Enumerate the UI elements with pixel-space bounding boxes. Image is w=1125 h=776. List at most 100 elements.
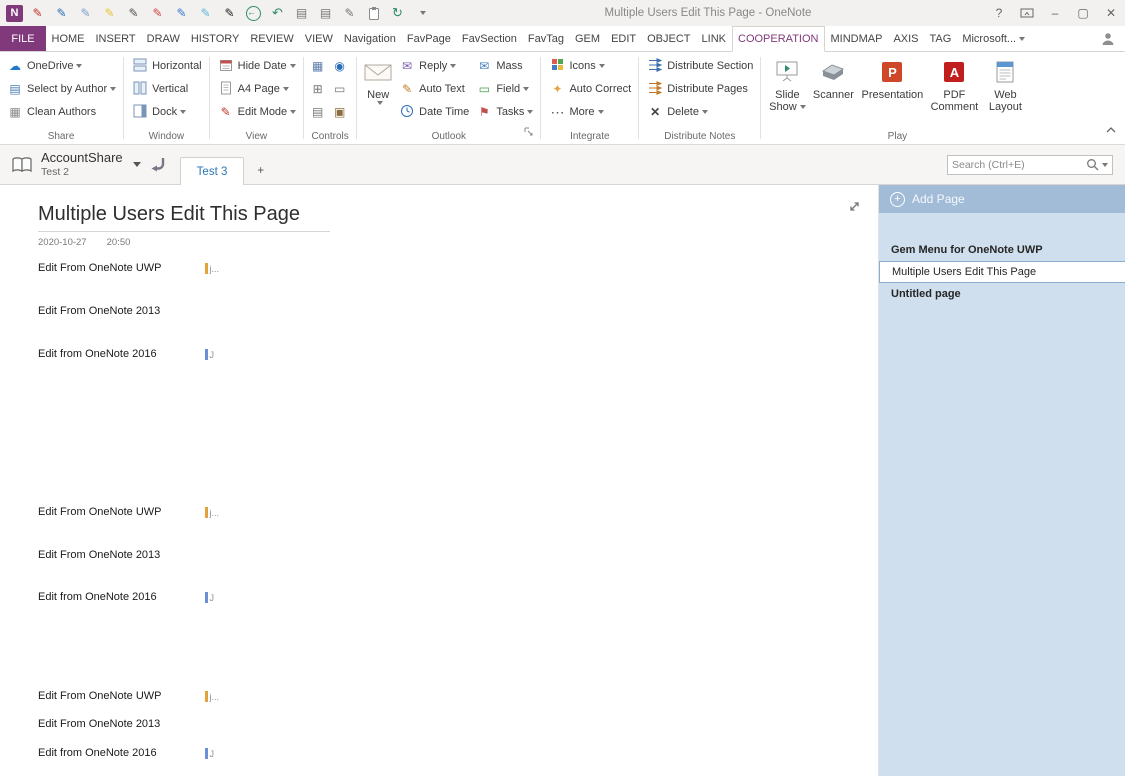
- tab-axis[interactable]: AXIS: [888, 26, 924, 51]
- expand-page-icon[interactable]: [847, 199, 862, 219]
- a4-page-button[interactable]: A4 Page: [214, 77, 300, 100]
- maximize-button[interactable]: ▢: [1069, 0, 1097, 26]
- clean-authors-button[interactable]: ▦ Clean Authors: [3, 100, 119, 123]
- search-input[interactable]: [952, 159, 1086, 171]
- tasks-button[interactable]: ⚑ Tasks: [472, 100, 536, 123]
- tab-view[interactable]: VIEW: [299, 26, 338, 51]
- onenote-logo-icon[interactable]: N: [6, 5, 23, 22]
- tab-gem[interactable]: GEM: [570, 26, 606, 51]
- add-page-button[interactable]: + Add Page: [879, 185, 1125, 213]
- section-tab-test3[interactable]: Test 3: [180, 157, 245, 185]
- new-section-tab[interactable]: +: [244, 157, 277, 184]
- distribute-section-button[interactable]: Distribute Section: [643, 54, 756, 77]
- tab-cooperation[interactable]: COOPERATION: [732, 26, 825, 52]
- page-canvas[interactable]: Multiple Users Edit This Page 2020-10-27…: [0, 185, 879, 776]
- table-control-button[interactable]: ▦: [308, 54, 330, 77]
- page-item-selected[interactable]: Multiple Users Edit This Page: [879, 261, 1125, 283]
- search-scope-caret[interactable]: [1102, 163, 1108, 167]
- pen-icon-red[interactable]: ✎: [28, 4, 47, 23]
- edit-mode-button[interactable]: ✎ Edit Mode: [214, 100, 300, 123]
- mass-button[interactable]: ✉ Mass: [472, 54, 536, 77]
- grid-control-button[interactable]: ⊞: [308, 77, 330, 100]
- tab-microsoft[interactable]: Microsoft...: [957, 26, 1031, 51]
- onedrive-button[interactable]: ☁ OneDrive: [3, 54, 119, 77]
- journal-icon-2[interactable]: ▤: [316, 4, 335, 23]
- vertical-button[interactable]: Vertical: [128, 77, 205, 100]
- tab-home[interactable]: HOME: [46, 26, 90, 51]
- tab-insert[interactable]: INSERT: [90, 26, 141, 51]
- page-item-untitled[interactable]: Untitled page: [879, 283, 1125, 305]
- note-line[interactable]: Edit From OneNote 2013: [38, 718, 338, 732]
- tab-favsection[interactable]: FavSection: [456, 26, 522, 51]
- presentation-button[interactable]: P Presentation: [857, 54, 927, 101]
- radio-control-button[interactable]: ◉: [330, 54, 352, 77]
- tab-draw[interactable]: DRAW: [141, 26, 185, 51]
- pen-icon-blue-2[interactable]: ✎: [172, 4, 191, 23]
- notebook-selector[interactable]: AccountShare Test 2: [10, 151, 150, 178]
- distribute-pages-button[interactable]: Distribute Pages: [643, 77, 756, 100]
- pen-icon-gray[interactable]: ✎: [124, 4, 143, 23]
- qat-customize-caret[interactable]: [412, 4, 431, 23]
- dialog-launcher-icon[interactable]: [524, 124, 534, 142]
- share-meeting-icon[interactable]: ↻: [388, 4, 407, 23]
- pen-icon-blue[interactable]: ✎: [52, 4, 71, 23]
- new-email-button[interactable]: New: [361, 54, 395, 105]
- ribbon-display-options-button[interactable]: [1013, 0, 1041, 26]
- pen-icon-lightblue[interactable]: ✎: [76, 4, 95, 23]
- more-button[interactable]: ⋯ More: [545, 100, 634, 123]
- tab-navigation[interactable]: Navigation: [338, 26, 401, 51]
- journal-icon[interactable]: ▤: [292, 4, 311, 23]
- pencil-icon[interactable]: ✎: [340, 4, 359, 23]
- help-button[interactable]: ?: [985, 0, 1013, 26]
- button-control-button[interactable]: ▭: [330, 77, 352, 100]
- page-title[interactable]: Multiple Users Edit This Page: [38, 203, 300, 226]
- tab-link[interactable]: LINK: [696, 26, 731, 51]
- back-navigation-button[interactable]: [150, 155, 168, 175]
- field-button[interactable]: ▭ Field: [472, 77, 536, 100]
- collapse-ribbon-button[interactable]: [1105, 121, 1117, 139]
- delete-button[interactable]: ✕ Delete: [643, 100, 756, 123]
- auto-text-button[interactable]: ✎ Auto Text: [395, 77, 472, 100]
- highlighter-icon-cyan[interactable]: ✎: [196, 4, 215, 23]
- pen-icon-black[interactable]: ✎: [220, 4, 239, 23]
- highlighter-icon-yellow[interactable]: ✎: [100, 4, 119, 23]
- note-line[interactable]: Edit From OneNote UWP j...: [38, 506, 338, 520]
- web-layout-button[interactable]: Web Layout: [981, 54, 1029, 113]
- reply-button[interactable]: ✉ Reply: [395, 54, 472, 77]
- note-line[interactable]: Edit from OneNote 2016 J: [38, 348, 338, 362]
- note-line[interactable]: Edit From OneNote UWP j...: [38, 690, 338, 704]
- note-line[interactable]: Edit From OneNote 2013: [38, 549, 338, 563]
- pen-icon-red-2[interactable]: ✎: [148, 4, 167, 23]
- minimize-button[interactable]: –: [1041, 0, 1069, 26]
- chart-control-button[interactable]: ▤: [308, 100, 330, 123]
- clipboard-icon[interactable]: [364, 4, 383, 23]
- tab-edit[interactable]: EDIT: [606, 26, 642, 51]
- icons-button[interactable]: Icons: [545, 54, 634, 77]
- dock-button[interactable]: Dock: [128, 100, 205, 123]
- undo-icon[interactable]: ↶: [268, 4, 287, 23]
- date-time-button[interactable]: Date Time: [395, 100, 472, 123]
- tab-object[interactable]: OBJECT: [642, 26, 696, 51]
- tab-favpage[interactable]: FavPage: [401, 26, 456, 51]
- tab-history[interactable]: HISTORY: [185, 26, 245, 51]
- slide-show-button[interactable]: Slide Show: [765, 54, 809, 113]
- hide-date-button[interactable]: Hide Date: [214, 54, 300, 77]
- tab-tag[interactable]: TAG: [924, 26, 957, 51]
- note-line[interactable]: Edit From OneNote UWP j...: [38, 262, 338, 276]
- note-line[interactable]: Edit From OneNote 2013: [38, 305, 338, 319]
- back-circle-icon[interactable]: ←: [246, 6, 261, 21]
- horizontal-button[interactable]: Horizontal: [128, 54, 205, 77]
- tab-mindmap[interactable]: MINDMAP: [825, 26, 888, 51]
- pdf-comment-button[interactable]: A PDF Comment: [927, 54, 981, 113]
- note-line[interactable]: Edit from OneNote 2016 J: [38, 747, 338, 761]
- close-button[interactable]: ✕: [1097, 0, 1125, 26]
- auto-correct-button[interactable]: ✦ Auto Correct: [545, 77, 634, 100]
- page-item-gem-menu[interactable]: Gem Menu for OneNote UWP: [879, 239, 1125, 261]
- account-button[interactable]: [1091, 26, 1125, 51]
- select-by-author-button[interactable]: ▤ Select by Author: [3, 77, 119, 100]
- tab-file[interactable]: FILE: [0, 26, 46, 51]
- tab-favtag[interactable]: FavTag: [522, 26, 569, 51]
- toolbox-control-button[interactable]: ▣: [330, 100, 352, 123]
- tab-review[interactable]: REVIEW: [245, 26, 299, 51]
- note-line[interactable]: Edit from OneNote 2016 J: [38, 591, 338, 605]
